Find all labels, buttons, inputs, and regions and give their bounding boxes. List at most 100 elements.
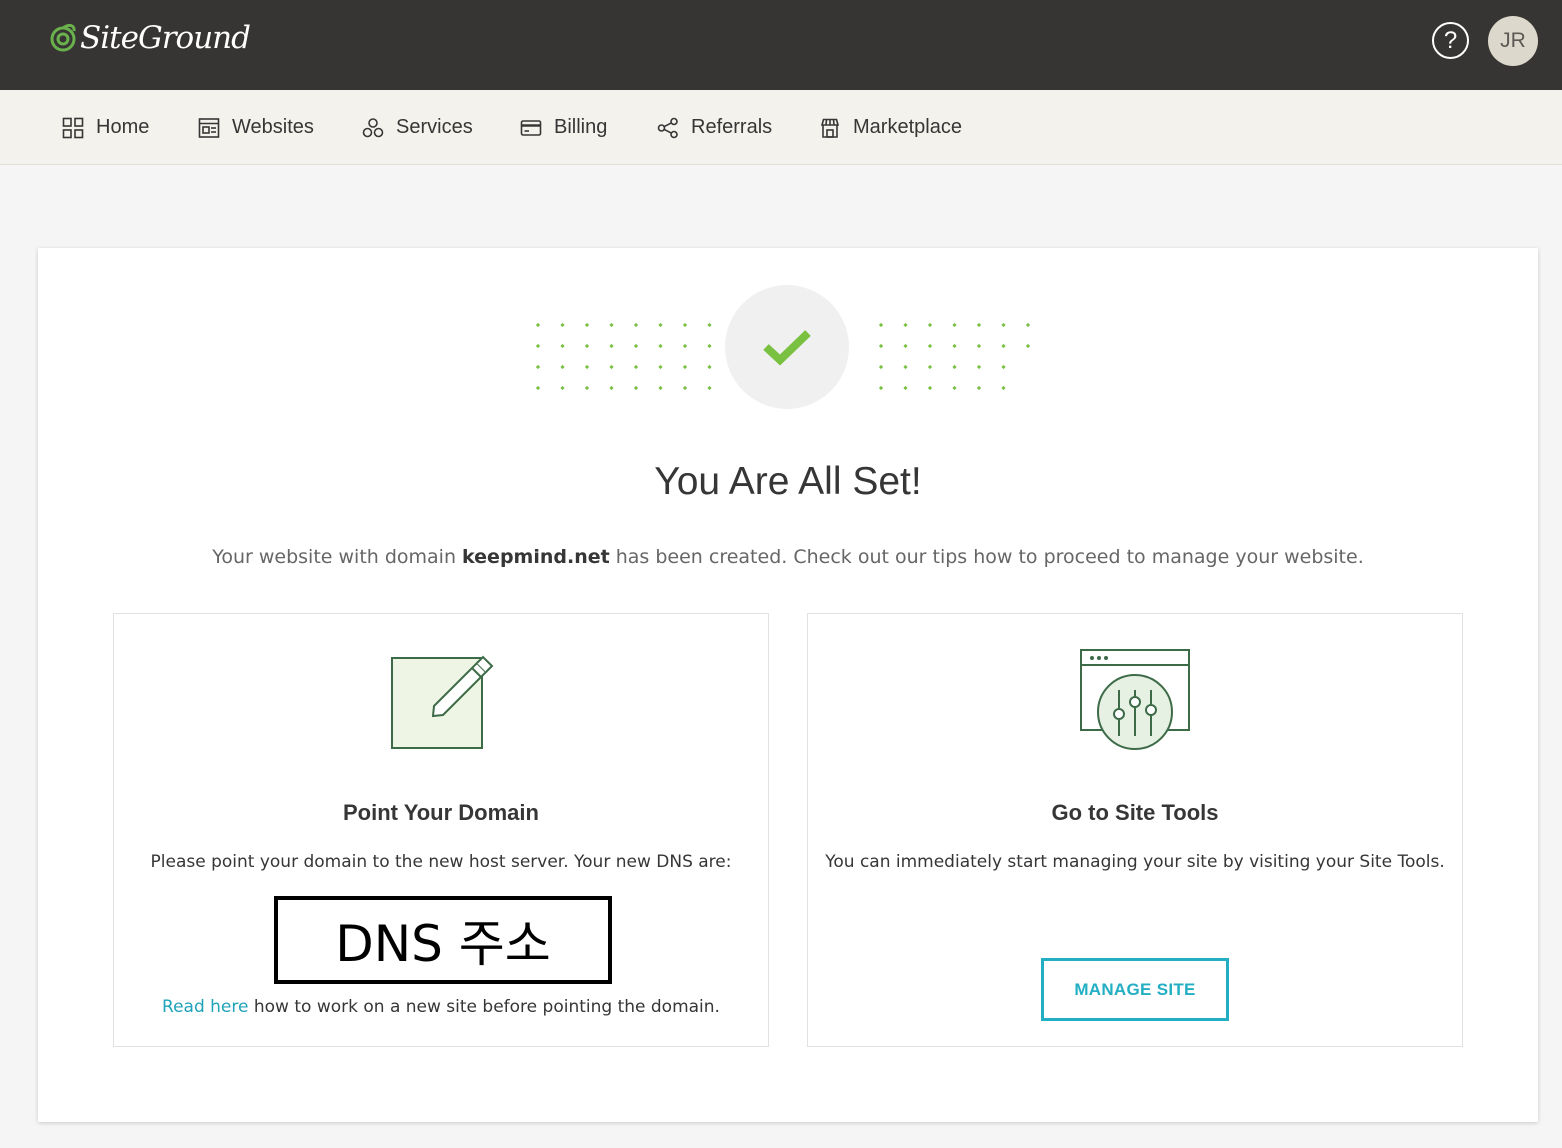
store-icon [820,118,840,138]
dot [609,385,614,391]
card-icon [520,119,542,136]
dot [609,343,614,349]
grid-icon [62,117,84,138]
dot [1025,343,1031,349]
siteground-logo[interactable]: SiteGround [50,20,251,56]
dot [976,364,982,370]
nav-item-marketplace[interactable]: Marketplace [819,90,962,165]
main-navigation: Home Websites Services Billing Referrals [0,90,1562,165]
point-domain-panel: Point Your Domain Please point your doma… [113,613,769,1047]
read-here-text: Read here how to work on a new site befo… [114,997,768,1017]
nav-label: Services [396,116,473,138]
dot [903,322,908,328]
dot [878,385,884,391]
site-tools-text: You can immediately start managing your … [825,852,1445,872]
dot [682,385,688,391]
logo-text: SiteGround [80,20,251,56]
site-tools-icon-wrap [808,648,1462,752]
dot [927,322,933,328]
dot [584,343,590,349]
logo-swirl-icon [50,23,76,52]
services-icon [362,117,384,137]
dot [633,322,639,328]
user-avatar[interactable]: JR [1488,16,1538,66]
dot [536,343,541,349]
dns-address-box: DNS 주소 [274,896,612,984]
dot [682,343,688,349]
dot [707,385,712,391]
dot [658,364,663,370]
share-icon [657,117,678,138]
dot [560,385,565,391]
dot [658,385,663,391]
dot [976,343,982,349]
read-here-rest: how to work on a new site before pointin… [248,997,720,1017]
dot [952,364,957,370]
edit-note-icon-wrap [114,646,768,752]
dot [878,322,884,328]
dot [682,364,688,370]
dot [1025,322,1031,328]
point-domain-text: Please point your domain to the new host… [150,852,732,872]
checkmark-icon [763,330,811,366]
dot [707,343,712,349]
check-circle [725,285,849,409]
edit-note-icon [391,655,494,749]
site-tools-panel: Go to Site Tools You can immediately sta… [807,613,1463,1047]
dot [903,364,908,370]
page-subtitle: Your website with domain keepmind.net ha… [38,546,1538,568]
dot [609,364,614,370]
dot [658,322,663,328]
dot [1001,343,1006,349]
dot [609,322,614,328]
dot [1001,364,1006,370]
nav-item-billing[interactable]: Billing [520,90,607,165]
nav-label: Billing [554,116,608,138]
help-button[interactable]: ? [1432,22,1469,59]
dot [658,343,663,349]
nav-item-referrals[interactable]: Referrals [657,90,772,165]
site-tools-title: Go to Site Tools [1051,800,1219,825]
dot [560,343,565,349]
help-icon: ? [1443,26,1458,54]
success-hero [536,284,1036,414]
dot [976,385,982,391]
nav-label: Websites [232,116,314,138]
dot [1001,385,1006,391]
nav-label: Home [96,116,150,138]
nav-item-services[interactable]: Services [362,90,473,165]
dot [584,385,590,391]
dot [682,322,688,328]
dot [560,322,565,328]
domain-name: keepmind.net [462,546,610,568]
nav-item-websites[interactable]: Websites [198,90,314,165]
dot [927,343,933,349]
dot [952,322,957,328]
point-domain-title: Point Your Domain [343,800,539,825]
dot [952,343,957,349]
dot [536,322,541,328]
dot [927,385,933,391]
nav-item-home[interactable]: Home [62,90,149,165]
dot [1001,322,1006,328]
dot [584,322,590,328]
page-title: You Are All Set! [654,460,922,503]
success-card: You Are All Set! Your website with domai… [38,248,1538,1122]
read-here-link[interactable]: Read here [162,997,248,1017]
nav-label: Marketplace [853,116,962,138]
nav-label: Referrals [691,116,773,138]
dot [560,364,565,370]
user-initials: JR [1500,29,1526,52]
dot [633,385,639,391]
dot [903,385,908,391]
dot [878,343,884,349]
dot [927,364,933,370]
dot [633,364,639,370]
dot [976,322,982,328]
dot [707,322,712,328]
dot [584,364,590,370]
dot [536,385,541,391]
top-bar: SiteGround ? JR [0,0,1562,90]
manage-site-button[interactable]: MANAGE SITE [1041,958,1229,1021]
dot [707,364,712,370]
